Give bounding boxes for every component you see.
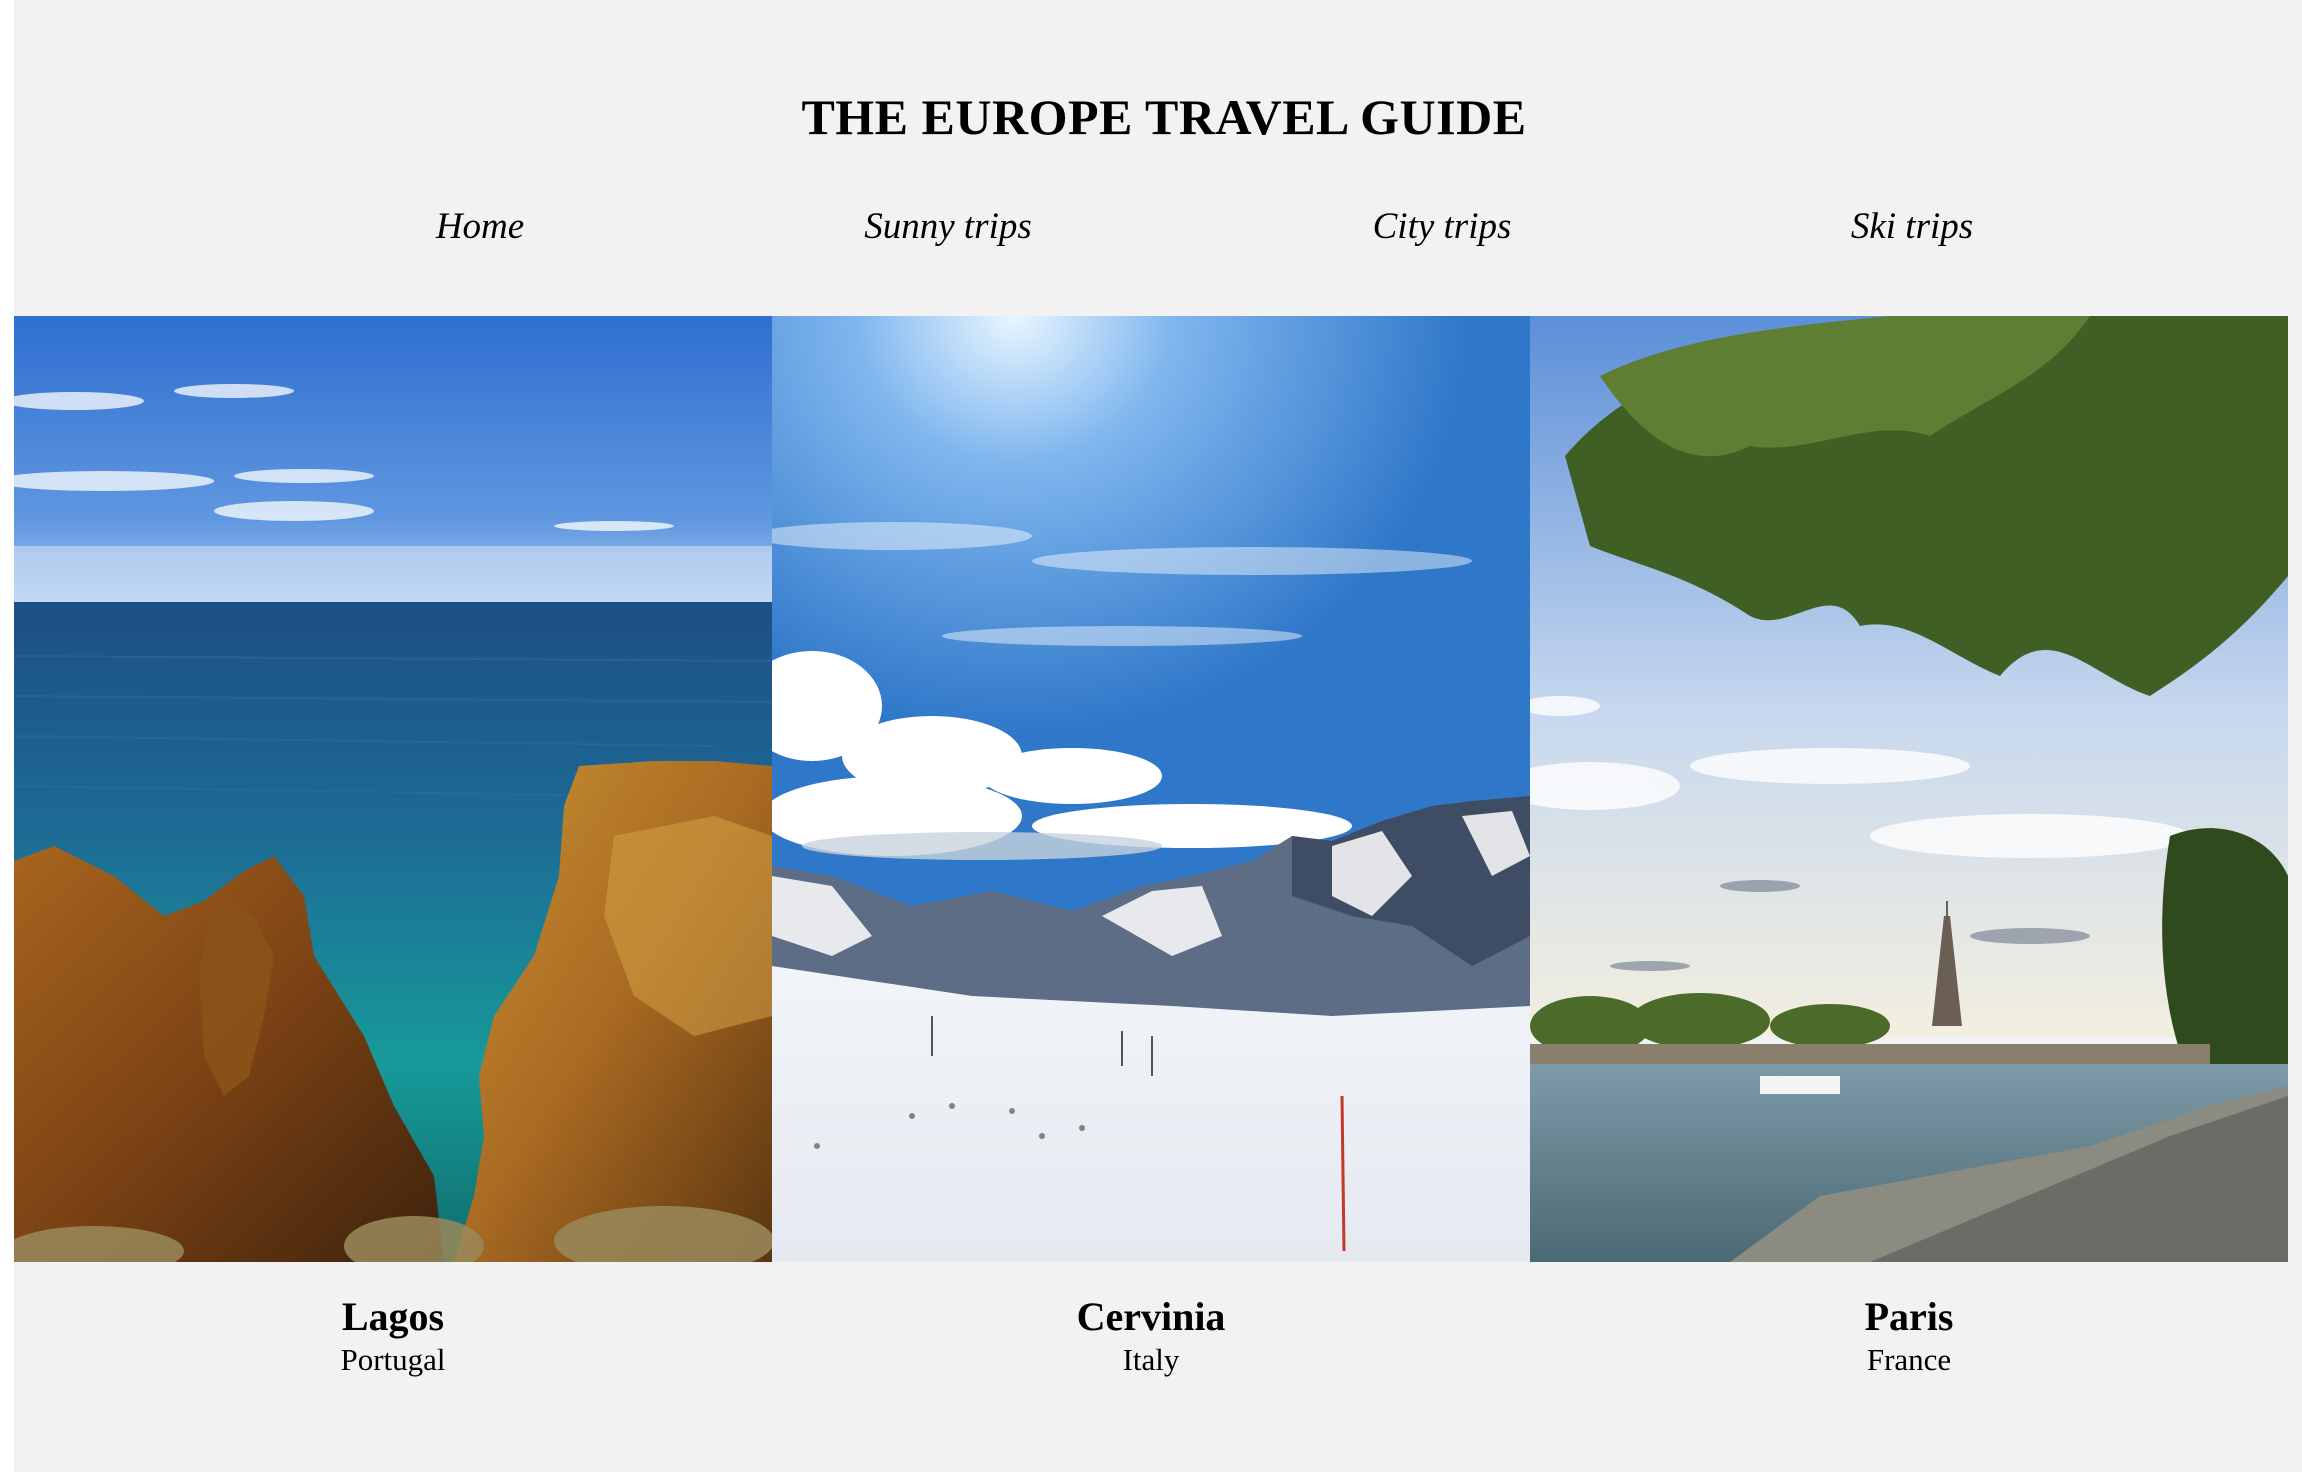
main-nav: Home Sunny trips City trips Ski trips — [14, 205, 2302, 255]
lagos-photo[interactable] — [14, 316, 772, 1262]
country-name-lagos: Portugal — [340, 1342, 446, 1377]
paris-photo[interactable] — [1530, 316, 2288, 1262]
nav-link-home[interactable]: Home — [280, 205, 680, 248]
destination-card-paris[interactable] — [1530, 316, 2288, 1262]
site-title: THE EUROPE TRAVEL GUIDE — [801, 89, 1527, 145]
nav-link-sunny-trips[interactable]: Sunny trips — [748, 205, 1148, 248]
country-name-paris: France — [1866, 1342, 1952, 1377]
cervinia-photo[interactable] — [772, 316, 1530, 1262]
city-name-cervinia[interactable]: Cervinia — [772, 1292, 1530, 1342]
destination-gallery — [14, 316, 2288, 1262]
destination-card-cervinia[interactable] — [772, 316, 1530, 1262]
city-name-lagos[interactable]: Lagos — [14, 1292, 772, 1342]
destination-card-lagos[interactable] — [14, 316, 772, 1262]
country-name-cervinia: Italy — [1122, 1342, 1180, 1377]
page: THE EUROPE TRAVEL GUIDE Home Sunny trips… — [14, 0, 2302, 1472]
city-name-paris[interactable]: Paris — [1530, 1292, 2288, 1342]
destination-captions: Lagos Portugal Cervinia Italy Paris Fran… — [14, 1292, 2288, 1378]
caption-lagos: Lagos Portugal — [14, 1292, 772, 1378]
nav-link-ski-trips[interactable]: Ski trips — [1712, 205, 2112, 248]
caption-paris: Paris France — [1530, 1292, 2288, 1378]
caption-cervinia: Cervinia Italy — [772, 1292, 1530, 1378]
nav-link-city-trips[interactable]: City trips — [1242, 205, 1642, 248]
